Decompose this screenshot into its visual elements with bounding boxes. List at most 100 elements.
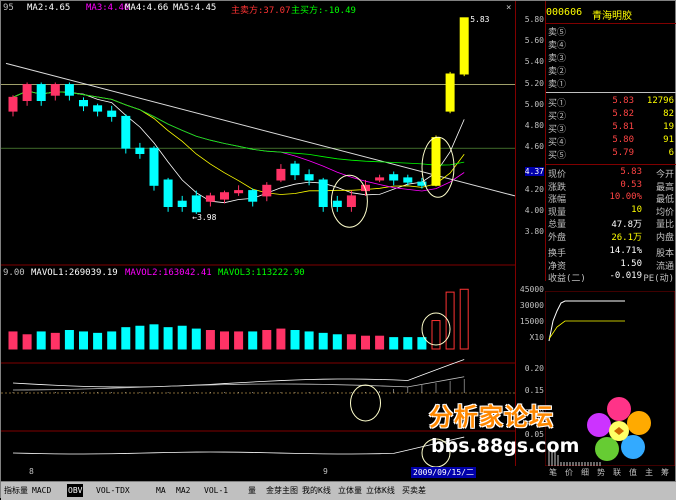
buy-level-price: 5.79 bbox=[612, 148, 634, 158]
quote-value: 47.8万 bbox=[611, 220, 642, 230]
quote-label-right: 股本 bbox=[655, 249, 674, 259]
sell-level-row: 卖⑤ bbox=[548, 25, 674, 38]
volume-bar bbox=[36, 331, 46, 350]
xaxis-label: 8 bbox=[29, 467, 34, 476]
volume-bar bbox=[64, 330, 74, 350]
quote-label-right: 量比 bbox=[655, 220, 674, 230]
volume-bar bbox=[290, 330, 300, 350]
quote-label: 外盘 bbox=[548, 232, 567, 243]
quote-panel: 000606 青海明胶 卖⑤ 卖④ 卖③ 卖② 卖① 买① 5.83 12796 买② 5.82… bbox=[545, 1, 676, 284]
volume-bar bbox=[93, 332, 103, 350]
sell-level-label: 卖② bbox=[548, 67, 567, 77]
quote-row: 换手 14.71% 股本 bbox=[548, 246, 674, 259]
indicator-tab[interactable]: 立体量 bbox=[337, 484, 363, 497]
quote-label-right: 最高 bbox=[655, 182, 674, 193]
volume-bar bbox=[403, 337, 413, 350]
quote-row: 收益(二) -0.019 PE(动) bbox=[548, 271, 674, 284]
quote-row: 净资 1.50 流通 bbox=[548, 259, 674, 272]
quote-row: 现量 10 均价 bbox=[548, 204, 674, 218]
price-tick-label: 5.60 bbox=[524, 36, 544, 46]
volume-bar bbox=[50, 332, 60, 350]
indicator-tab[interactable]: MA2 bbox=[175, 484, 191, 497]
buy-level-volume: 12796 bbox=[646, 96, 674, 106]
buy-level-label: 买⑤ bbox=[548, 151, 567, 161]
candle-body bbox=[149, 147, 159, 186]
candle-body bbox=[22, 84, 32, 101]
watermark-logo: 分析家论坛 bbs.88gs.com bbox=[421, 393, 661, 478]
candle-body bbox=[135, 147, 145, 154]
buy-level-row: 买① 5.83 12796 bbox=[548, 96, 674, 109]
indicator-tab[interactable]: MA bbox=[155, 484, 167, 497]
sell-level-row: 卖② bbox=[548, 64, 674, 77]
sell-level-label: 卖① bbox=[548, 80, 567, 90]
sell-level-row: 卖④ bbox=[548, 38, 674, 51]
price-tick-label: 4.80 bbox=[524, 121, 544, 130]
price-tick-label: 5.20 bbox=[524, 78, 544, 88]
volume-bar bbox=[79, 331, 88, 350]
volume-bar bbox=[248, 331, 258, 350]
divider bbox=[546, 23, 676, 24]
mavol3-value: MAVOL3:113222.90 bbox=[218, 268, 305, 278]
candle-body bbox=[290, 163, 300, 176]
price-tick-label: 4.20 bbox=[524, 184, 544, 194]
indicator-line bbox=[12, 436, 465, 455]
quote-row: 涨跌 0.53 最高 bbox=[548, 179, 674, 193]
candle-body bbox=[36, 84, 46, 101]
stock-chart-window: 95 MA2:4.65 MA3:4.46 MA4:4.66 MA5:4.45 主… bbox=[0, 0, 676, 500]
candle-body bbox=[191, 195, 201, 213]
indicator-tab[interactable]: 我的K线 bbox=[301, 484, 332, 497]
sell-level-label: 卖③ bbox=[548, 54, 567, 64]
volume-bar bbox=[346, 334, 356, 350]
candle-body bbox=[234, 190, 244, 194]
volume-bar bbox=[262, 330, 272, 350]
volume-bar bbox=[121, 327, 131, 350]
candle-body bbox=[403, 177, 413, 183]
indicator-tab[interactable]: VOL-1 bbox=[203, 484, 229, 497]
candle-body bbox=[318, 179, 328, 207]
buy-level-volume: 19 bbox=[663, 122, 674, 132]
indicator-tab[interactable]: 量 bbox=[247, 484, 257, 497]
quote-value: 0.53 bbox=[620, 179, 642, 190]
candle-body bbox=[389, 174, 399, 181]
quote-value: 26.1万 bbox=[611, 232, 642, 243]
buy-level-volume: 82 bbox=[663, 109, 674, 119]
buy-level-row: 买② 5.82 82 bbox=[548, 109, 674, 122]
indicator-tab[interactable]: VOL-TDX bbox=[95, 484, 131, 497]
candle-body bbox=[459, 17, 469, 75]
indicator-tab[interactable]: 立体K线 bbox=[365, 484, 396, 497]
indicator-tab[interactable]: 买卖差 bbox=[401, 484, 427, 497]
indicator-tab[interactable]: 金芽主图 bbox=[265, 484, 299, 497]
quote-label: 现量 bbox=[548, 207, 567, 218]
candle-body bbox=[220, 192, 229, 200]
volume-bar bbox=[234, 331, 244, 350]
price-tick-label: 5.40 bbox=[524, 57, 544, 67]
candle-body bbox=[8, 96, 18, 112]
price-tick-label: 3.80 bbox=[524, 227, 544, 236]
candle-body bbox=[375, 177, 385, 181]
quote-label-right: 今开 bbox=[655, 170, 674, 180]
buy-level-volume: 91 bbox=[663, 135, 674, 145]
volume-bar bbox=[459, 288, 469, 350]
quote-value: 10 bbox=[631, 204, 642, 215]
buy-level-label: 买③ bbox=[548, 125, 567, 135]
indicator-line bbox=[12, 376, 465, 391]
volume-bar bbox=[163, 327, 173, 350]
candle-body bbox=[346, 195, 356, 207]
mini-tab-7[interactable]: 筹 bbox=[661, 467, 669, 478]
indicator-tab[interactable]: 指标量 bbox=[3, 484, 29, 497]
volume-bar bbox=[318, 332, 328, 350]
watermark-title: 分析家论坛 bbox=[429, 403, 554, 431]
price-tick-label: 4.37 bbox=[524, 166, 544, 176]
watermark-url: bbs.88gs.com bbox=[431, 435, 580, 457]
quote-row: 涨幅 10.00% 最低 bbox=[548, 192, 674, 205]
volume-bar bbox=[8, 331, 18, 350]
indicator-tab[interactable]: OBV bbox=[67, 484, 84, 497]
mavol1-value: MAVOL1:269039.19 bbox=[31, 268, 118, 278]
indicator-tab[interactable]: MACD bbox=[31, 484, 52, 497]
quote-label-right: 流通 bbox=[655, 261, 674, 272]
volume-bar bbox=[205, 330, 215, 350]
buy-level-row: 买③ 5.81 19 bbox=[548, 122, 674, 135]
candle-body bbox=[248, 190, 258, 202]
buy-level-price: 5.80 bbox=[612, 135, 634, 145]
indicator-tick-label: 0.20 bbox=[524, 364, 544, 373]
